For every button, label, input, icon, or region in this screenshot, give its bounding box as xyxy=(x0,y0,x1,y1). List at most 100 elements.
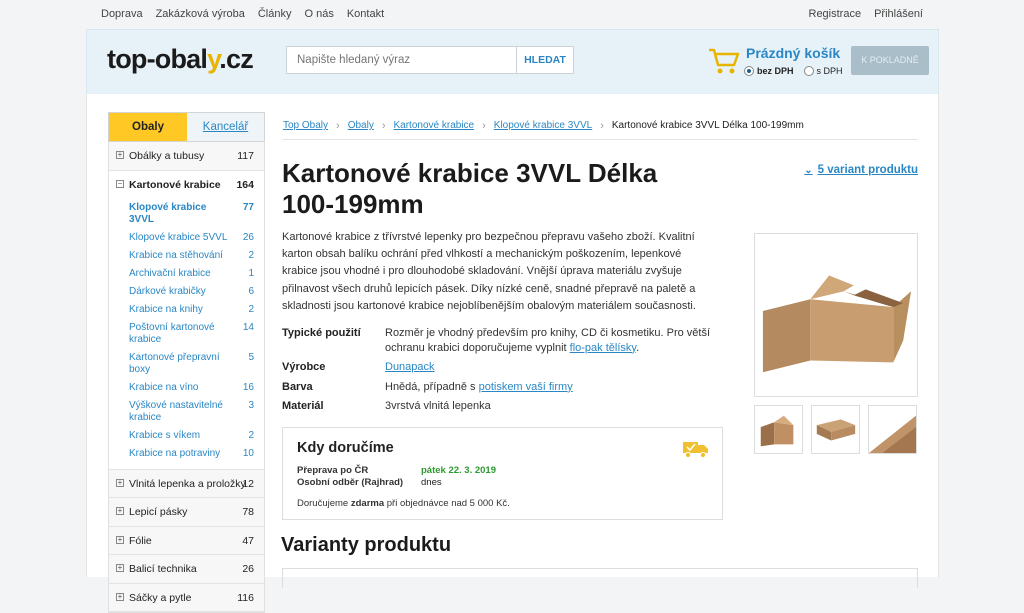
search-input[interactable] xyxy=(286,46,517,74)
tab-obaly[interactable]: Obaly xyxy=(109,113,187,141)
nav-o-nas[interactable]: O nás xyxy=(304,8,333,20)
subcategory-item[interactable]: Klopové krabice 3VVL 77 xyxy=(109,199,264,229)
registration-link[interactable]: Registrace xyxy=(809,8,862,20)
subcategory-name: Výškové nastavitelné krabice xyxy=(129,399,223,423)
flopak-link[interactable]: flo-pak tělísky xyxy=(570,342,636,354)
site-logo[interactable]: top-obaly.cz xyxy=(107,44,254,75)
note-pre: Doručujeme xyxy=(297,498,351,509)
page-title: Kartonové krabice 3VVL Délka 100-199mm xyxy=(282,158,658,219)
variants-link-label: 5 variant produktu xyxy=(817,164,918,176)
thumbnail[interactable] xyxy=(868,405,917,454)
subcategory-name: Krabice na víno xyxy=(129,381,199,393)
category-open-header[interactable]: − Kartonové krabice 164 xyxy=(109,171,264,199)
expand-plus-icon[interactable]: + xyxy=(116,507,124,515)
variants-link[interactable]: ⌄ 5 variant produktu xyxy=(804,164,918,176)
category-item[interactable]: + Fólie 47 xyxy=(109,527,264,555)
vat-without-label: bez DPH xyxy=(757,66,794,76)
subcategory-item[interactable]: Krabice na stěhování 2 xyxy=(109,247,264,265)
expand-plus-icon[interactable]: + xyxy=(116,564,124,572)
thumb-image xyxy=(869,415,916,453)
tab-kancelar[interactable]: Kancelář xyxy=(187,113,264,141)
category-item[interactable]: + Vlnitá lepenka a proložky 12 xyxy=(109,470,264,498)
expand-plus-icon[interactable]: + xyxy=(116,478,124,487)
note-post: při objednávce nad 5 000 Kč. xyxy=(384,498,510,509)
subcategory-item[interactable]: Poštovní kartonové krabice 14 xyxy=(109,319,264,349)
product-specs: Typické použití Rozměr je vhodný předevš… xyxy=(282,326,722,419)
category-count: 117 xyxy=(237,150,254,162)
nav-kontakt[interactable]: Kontakt xyxy=(347,8,384,20)
category-item[interactable]: + Balicí technika 26 xyxy=(109,555,264,584)
subcategory-item[interactable]: Klopové krabice 5VVL 26 xyxy=(109,229,264,247)
subcategory-item[interactable]: Výškové nastavitelné krabice 3 xyxy=(109,397,264,427)
category-item[interactable]: + Obálky a tubusy 117 xyxy=(109,142,264,171)
category-count: 78 xyxy=(242,506,254,518)
radio-icon[interactable] xyxy=(744,66,754,76)
subcategory-name: Dárkové krabičky xyxy=(129,285,206,297)
cart-icon[interactable] xyxy=(708,47,740,75)
breadcrumb-link[interactable]: Obaly xyxy=(348,120,374,131)
product-main-image[interactable] xyxy=(754,233,918,397)
subcategory-item[interactable]: Krabice s víkem 2 xyxy=(109,427,264,445)
delivery-date: pátek 22. 3. 2019 xyxy=(421,465,496,476)
subcategory-item[interactable]: Krabice na potraviny 10 xyxy=(109,445,264,463)
nav-clanky[interactable]: Články xyxy=(258,8,292,20)
nav-doprava[interactable]: Doprava xyxy=(101,8,143,20)
subcategory-name: Krabice s víkem xyxy=(129,429,201,441)
category-name: Fólie xyxy=(129,534,152,547)
breadcrumb-link[interactable]: Klopové krabice 3VVL xyxy=(494,120,592,131)
vat-without-option[interactable]: bez DPH xyxy=(744,66,794,76)
subcategory-list: Klopové krabice 3VVL 77 Klopové krabice 5V… xyxy=(109,199,264,463)
spec-label: Typické použití xyxy=(282,327,361,339)
spec-row: Výrobce Dunapack xyxy=(282,360,722,375)
subcategory-count: 2 xyxy=(248,429,254,441)
subcategory-count: 14 xyxy=(242,321,254,333)
login-link[interactable]: Přihlášení xyxy=(874,8,923,20)
search-button[interactable]: HLEDAT xyxy=(517,46,574,74)
subcategory-item[interactable]: Krabice na víno 16 xyxy=(109,379,264,397)
thumb-image xyxy=(816,419,856,441)
category-sidebar: Obaly Kancelář + Obálky a tubusy 117 − K… xyxy=(108,112,265,613)
checkout-button[interactable]: K POKLADNĚ xyxy=(851,46,929,75)
delivery-title: Kdy doručíme xyxy=(297,440,394,456)
radio-icon[interactable] xyxy=(803,66,814,76)
print-link[interactable]: potiskem vaší firmy xyxy=(479,381,573,393)
breadcrumb-link[interactable]: Kartonové krabice xyxy=(394,120,475,131)
subcategory-count: 16 xyxy=(242,381,254,393)
category-list: + Obálky a tubusy 117 − Kartonové krabic… xyxy=(108,142,265,613)
thumb-image xyxy=(760,415,794,447)
category-count: 116 xyxy=(237,591,254,604)
logo-main: top-obal xyxy=(107,44,208,74)
chevron-right-icon: › xyxy=(381,119,386,132)
category-name: Vlnitá lepenka a proložky xyxy=(129,477,246,490)
subcategory-item[interactable]: Krabice na knihy 2 xyxy=(109,301,264,319)
expand-plus-icon[interactable]: + xyxy=(116,535,124,544)
expand-plus-icon[interactable]: + xyxy=(116,151,124,159)
subcategory-count: 3 xyxy=(248,399,254,411)
expand-plus-icon[interactable]: + xyxy=(116,592,124,601)
collapse-minus-icon[interactable]: − xyxy=(116,179,124,188)
variants-heading: Varianty produktu xyxy=(281,534,452,556)
delivery-box: Kdy doručíme Přeprava po ČR pátek 22. 3.… xyxy=(282,427,723,520)
category-name: Kartonové krabice xyxy=(129,178,221,191)
category-item[interactable]: + Sáčky a pytle 116 xyxy=(109,584,264,612)
vat-toggle: bez DPH s DPH xyxy=(744,66,843,76)
subcategory-item[interactable]: Dárkové krabičky 6 xyxy=(109,283,264,301)
thumbnail[interactable] xyxy=(811,405,860,454)
breadcrumb-current: Kartonové krabice 3VVL Délka 100-199mm xyxy=(611,120,804,131)
vat-with-label: s DPH xyxy=(816,66,843,76)
spec-row: Barva Hnědá, případně s potiskem vaší fi… xyxy=(282,380,722,395)
breadcrumb-link[interactable]: Top Obaly xyxy=(283,120,328,131)
nav-zakazkova-vyroba[interactable]: Zakázková výroba xyxy=(156,8,245,20)
subcategory-name: Krabice na knihy xyxy=(129,303,203,315)
subcategory-item[interactable]: Kartonové přepravní boxy 5 xyxy=(109,349,264,379)
category-item[interactable]: + Lepicí pásky 78 xyxy=(109,498,264,527)
variants-table xyxy=(282,568,918,588)
category-count: 47 xyxy=(242,534,254,547)
category-name: Obálky a tubusy xyxy=(129,150,205,162)
thumbnail[interactable] xyxy=(754,405,803,454)
vat-with-option[interactable]: s DPH xyxy=(803,66,843,76)
maker-link[interactable]: Dunapack xyxy=(385,361,435,373)
chevron-down-icon: ⌄ xyxy=(804,165,813,176)
subcategory-item[interactable]: Archivační krabice 1 xyxy=(109,265,264,283)
cart-title[interactable]: Prázdný košík xyxy=(746,45,840,61)
